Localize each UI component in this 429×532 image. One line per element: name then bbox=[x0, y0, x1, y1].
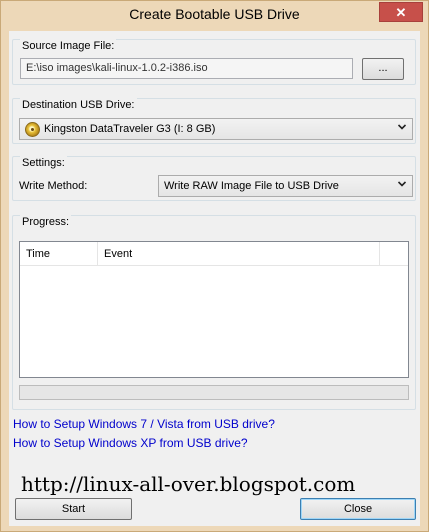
usb-drive-select[interactable]: Kingston DataTraveler G3 (I: 8 GB) bbox=[19, 118, 413, 140]
column-header-time[interactable]: Time bbox=[20, 242, 98, 266]
write-method-label: Write Method: bbox=[19, 180, 88, 192]
progress-bar bbox=[19, 385, 409, 400]
link-windowsxp-usb[interactable]: How to Setup Windows XP from USB drive? bbox=[13, 436, 248, 450]
dialog-body: Source Image File: E:\iso images\kali-li… bbox=[9, 31, 420, 526]
column-header-event[interactable]: Event bbox=[98, 242, 380, 266]
write-method-select[interactable]: Write RAW Image File to USB Drive bbox=[158, 175, 413, 197]
link-windows7-usb[interactable]: How to Setup Windows 7 / Vista from USB … bbox=[13, 417, 275, 431]
title-bar[interactable]: Create Bootable USB Drive ✕ bbox=[1, 1, 428, 31]
progress-group: Progress: Time Event bbox=[12, 215, 416, 410]
app-window: Create Bootable USB Drive ✕ Source Image… bbox=[0, 0, 429, 532]
chevron-down-icon bbox=[398, 124, 406, 130]
watermark-text: http://linux-all-over.blogspot.com bbox=[21, 472, 356, 496]
usb-drive-selected: Kingston DataTraveler G3 (I: 8 GB) bbox=[44, 123, 216, 135]
window-title: Create Bootable USB Drive bbox=[129, 6, 300, 22]
chevron-down-icon bbox=[398, 181, 406, 187]
write-method-selected: Write RAW Image File to USB Drive bbox=[164, 180, 339, 192]
source-image-label: Source Image File: bbox=[20, 39, 117, 53]
event-log-list[interactable]: Time Event bbox=[19, 241, 409, 378]
destination-drive-group: Destination USB Drive: Kingston DataTrav… bbox=[12, 98, 416, 144]
close-window-button[interactable]: ✕ bbox=[379, 2, 423, 22]
browse-button[interactable]: ... bbox=[362, 58, 404, 80]
settings-label: Settings: bbox=[20, 156, 67, 170]
image-path-field[interactable]: E:\iso images\kali-linux-1.0.2-i386.iso bbox=[20, 58, 353, 79]
usb-drive-icon bbox=[25, 122, 40, 137]
close-button[interactable]: Close bbox=[300, 498, 416, 520]
source-image-group: Source Image File: E:\iso images\kali-li… bbox=[12, 39, 416, 85]
event-log-header: Time Event bbox=[20, 242, 408, 266]
settings-group: Settings: Write Method: Write RAW Image … bbox=[12, 156, 416, 201]
destination-drive-label: Destination USB Drive: bbox=[20, 98, 137, 112]
start-button[interactable]: Start bbox=[15, 498, 132, 520]
progress-label: Progress: bbox=[20, 215, 72, 229]
